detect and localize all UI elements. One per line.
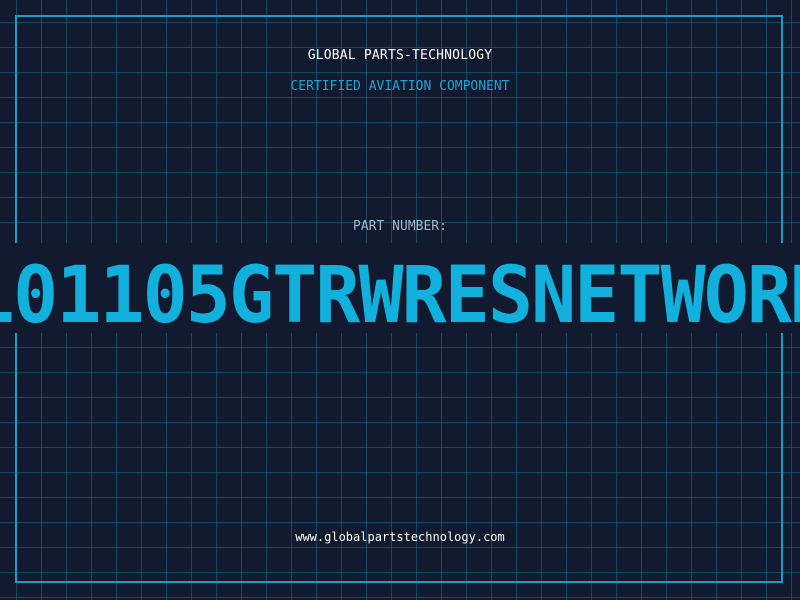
tagline: CERTIFIED AVIATION COMPONENT xyxy=(290,79,510,94)
website-url: www.globalpartstechnology.com xyxy=(295,530,505,544)
part-number-band: 101105GTRWRESNETWORK xyxy=(0,243,800,333)
part-number-value: 101105GTRWRESNETWORK xyxy=(0,251,800,333)
company-name: GLOBAL PARTS-TECHNOLOGY xyxy=(307,48,493,63)
part-number-label: PART NUMBER: xyxy=(353,219,447,234)
